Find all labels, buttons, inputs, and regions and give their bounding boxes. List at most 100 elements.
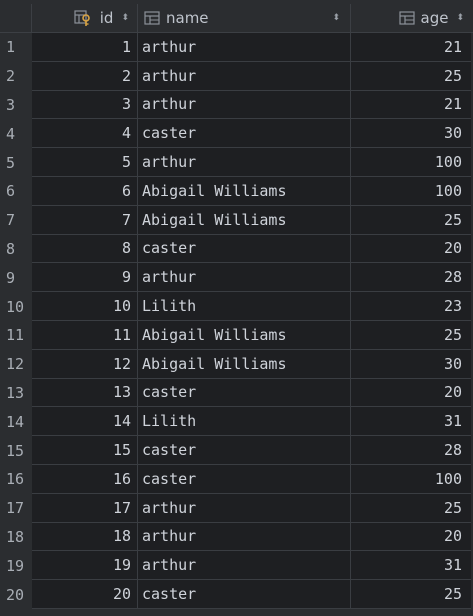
- table-row[interactable]: 10 10 Lilith 23: [0, 292, 473, 321]
- cell-age[interactable]: 23: [351, 292, 471, 321]
- cell-age[interactable]: 25: [351, 320, 471, 350]
- cell-name[interactable]: arthur: [138, 493, 351, 523]
- row-number[interactable]: 19: [0, 551, 32, 581]
- cell-id[interactable]: 17: [32, 493, 138, 523]
- cell-id[interactable]: 15: [32, 436, 138, 465]
- table-row[interactable]: 5 5 arthur 100: [0, 148, 473, 177]
- cell-age[interactable]: 25: [351, 205, 471, 235]
- cell-name[interactable]: Abigail Williams: [138, 349, 351, 379]
- cell-id[interactable]: 19: [32, 551, 138, 581]
- cell-name[interactable]: Abigail Williams: [138, 320, 351, 350]
- table-row[interactable]: 8 8 caster 20: [0, 234, 473, 264]
- row-number[interactable]: 20: [0, 580, 32, 609]
- row-number[interactable]: 4: [0, 119, 32, 149]
- cell-name[interactable]: Lilith: [138, 407, 351, 437]
- cell-name[interactable]: Abigail Williams: [138, 176, 351, 206]
- table-row[interactable]: 9 9 arthur 28: [0, 263, 473, 293]
- cell-age[interactable]: 25: [351, 580, 471, 609]
- cell-id[interactable]: 12: [32, 349, 138, 379]
- cell-name[interactable]: arthur: [138, 33, 351, 62]
- cell-name[interactable]: arthur: [138, 551, 351, 581]
- cell-id[interactable]: 5: [32, 148, 138, 177]
- cell-id[interactable]: 10: [32, 292, 138, 321]
- row-number[interactable]: 5: [0, 148, 32, 177]
- cell-age[interactable]: 31: [351, 551, 471, 581]
- sort-arrows-icon[interactable]: ⬍: [456, 13, 464, 23]
- table-row[interactable]: 7 7 Abigail Williams 25: [0, 205, 473, 235]
- cell-id[interactable]: 13: [32, 378, 138, 408]
- row-number[interactable]: 7: [0, 205, 32, 235]
- sort-arrows-icon[interactable]: ⬍: [332, 13, 340, 23]
- cell-name[interactable]: arthur: [138, 148, 351, 177]
- cell-age[interactable]: 21: [351, 33, 471, 62]
- cell-id[interactable]: 8: [32, 234, 138, 264]
- row-number[interactable]: 10: [0, 292, 32, 321]
- table-row[interactable]: 4 4 caster 30: [0, 119, 473, 149]
- cell-id[interactable]: 1: [32, 33, 138, 62]
- cell-age[interactable]: 20: [351, 522, 471, 552]
- table-row[interactable]: 14 14 Lilith 31: [0, 407, 473, 437]
- table-row[interactable]: 6 6 Abigail Williams 100: [0, 176, 473, 206]
- row-number[interactable]: 15: [0, 436, 32, 465]
- row-number[interactable]: 13: [0, 378, 32, 408]
- table-row[interactable]: 3 3 arthur 21: [0, 90, 473, 120]
- table-row[interactable]: 17 17 arthur 25: [0, 493, 473, 523]
- sort-arrows-icon[interactable]: ⬍: [121, 13, 129, 23]
- cell-age[interactable]: 100: [351, 464, 471, 494]
- cell-age[interactable]: 30: [351, 119, 471, 149]
- cell-age[interactable]: 28: [351, 436, 471, 465]
- column-header-id[interactable]: id ⬍: [32, 4, 138, 32]
- cell-name[interactable]: arthur: [138, 61, 351, 91]
- row-number[interactable]: 17: [0, 493, 32, 523]
- column-header-name[interactable]: name ⬍: [138, 4, 351, 32]
- cell-id[interactable]: 6: [32, 176, 138, 206]
- row-number[interactable]: 8: [0, 234, 32, 264]
- row-number[interactable]: 6: [0, 176, 32, 206]
- cell-id[interactable]: 2: [32, 61, 138, 91]
- column-header-age[interactable]: age ⬍: [351, 4, 471, 32]
- cell-name[interactable]: Abigail Williams: [138, 205, 351, 235]
- table-row[interactable]: 12 12 Abigail Williams 30: [0, 349, 473, 379]
- cell-age[interactable]: 100: [351, 148, 471, 177]
- row-number[interactable]: 11: [0, 320, 32, 350]
- row-number[interactable]: 16: [0, 464, 32, 494]
- cell-name[interactable]: caster: [138, 234, 351, 264]
- cell-id[interactable]: 16: [32, 464, 138, 494]
- cell-name[interactable]: arthur: [138, 522, 351, 552]
- row-number[interactable]: 18: [0, 522, 32, 552]
- row-number[interactable]: 12: [0, 349, 32, 379]
- cell-name[interactable]: arthur: [138, 90, 351, 120]
- row-number[interactable]: 9: [0, 263, 32, 293]
- table-row[interactable]: 19 19 arthur 31: [0, 551, 473, 581]
- cell-id[interactable]: 11: [32, 320, 138, 350]
- cell-name[interactable]: caster: [138, 119, 351, 149]
- cell-age[interactable]: 30: [351, 349, 471, 379]
- cell-name[interactable]: arthur: [138, 263, 351, 293]
- cell-id[interactable]: 9: [32, 263, 138, 293]
- cell-id[interactable]: 4: [32, 119, 138, 149]
- table-row[interactable]: 11 11 Abigail Williams 25: [0, 320, 473, 350]
- cell-age[interactable]: 20: [351, 378, 471, 408]
- cell-name[interactable]: caster: [138, 464, 351, 494]
- cell-name[interactable]: caster: [138, 378, 351, 408]
- cell-name[interactable]: caster: [138, 436, 351, 465]
- cell-id[interactable]: 14: [32, 407, 138, 437]
- cell-age[interactable]: 25: [351, 493, 471, 523]
- table-row[interactable]: 2 2 arthur 25: [0, 61, 473, 91]
- cell-name[interactable]: Lilith: [138, 292, 351, 321]
- cell-age[interactable]: 28: [351, 263, 471, 293]
- cell-id[interactable]: 18: [32, 522, 138, 552]
- table-row[interactable]: 15 15 caster 28: [0, 436, 473, 465]
- cell-age[interactable]: 25: [351, 61, 471, 91]
- row-number[interactable]: 3: [0, 90, 32, 120]
- cell-age[interactable]: 20: [351, 234, 471, 264]
- table-row[interactable]: 13 13 caster 20: [0, 378, 473, 408]
- cell-id[interactable]: 20: [32, 580, 138, 609]
- table-row[interactable]: 20 20 caster 25: [0, 580, 473, 609]
- cell-age[interactable]: 100: [351, 176, 471, 206]
- row-number[interactable]: 1: [0, 33, 32, 62]
- cell-age[interactable]: 31: [351, 407, 471, 437]
- table-row[interactable]: 1 1 arthur 21: [0, 33, 473, 62]
- row-number[interactable]: 14: [0, 407, 32, 437]
- cell-id[interactable]: 3: [32, 90, 138, 120]
